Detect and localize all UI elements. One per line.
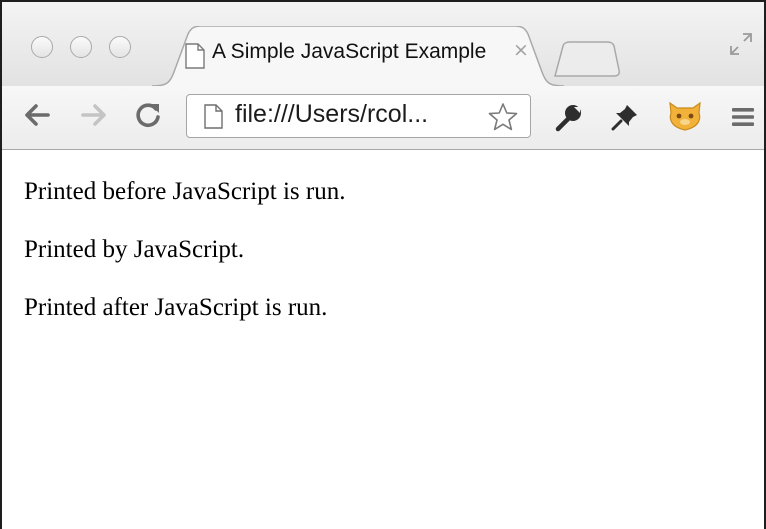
tab-close-icon[interactable]: × [513,39,529,61]
page-content: Printed before JavaScript is run. Printe… [2,151,764,529]
close-window-button[interactable] [31,36,53,58]
star-icon[interactable] [488,102,518,132]
tab-title: A Simple JavaScript Example [212,40,487,63]
address-text[interactable]: file:///Users/rcol... [235,100,428,129]
paragraph-by-script: Printed by JavaScript. [24,236,245,263]
reload-icon[interactable] [133,100,163,130]
forward-arrow-icon[interactable] [79,100,109,130]
pin-icon[interactable] [610,102,640,132]
paragraph-before-script: Printed before JavaScript is run. [24,178,346,205]
new-tab-button[interactable] [553,40,621,78]
zoom-window-button[interactable] [109,36,131,58]
wrench-icon[interactable] [554,102,584,132]
minimize-window-button[interactable] [70,36,92,58]
fullscreen-icon[interactable] [729,32,753,56]
avatar-icon[interactable] [667,99,703,133]
page-icon [204,104,223,129]
browser-toolbar: file:///Users/rcol... [2,86,764,150]
page-icon [185,43,205,69]
browser-window: A Simple JavaScript Example × file:///Us… [0,0,766,529]
back-arrow-icon[interactable] [22,100,52,130]
menu-icon[interactable] [728,102,758,132]
tab-strip: A Simple JavaScript Example × [2,2,764,88]
paragraph-after-script: Printed after JavaScript is run. [24,294,328,321]
address-bar[interactable]: file:///Users/rcol... [186,94,531,138]
